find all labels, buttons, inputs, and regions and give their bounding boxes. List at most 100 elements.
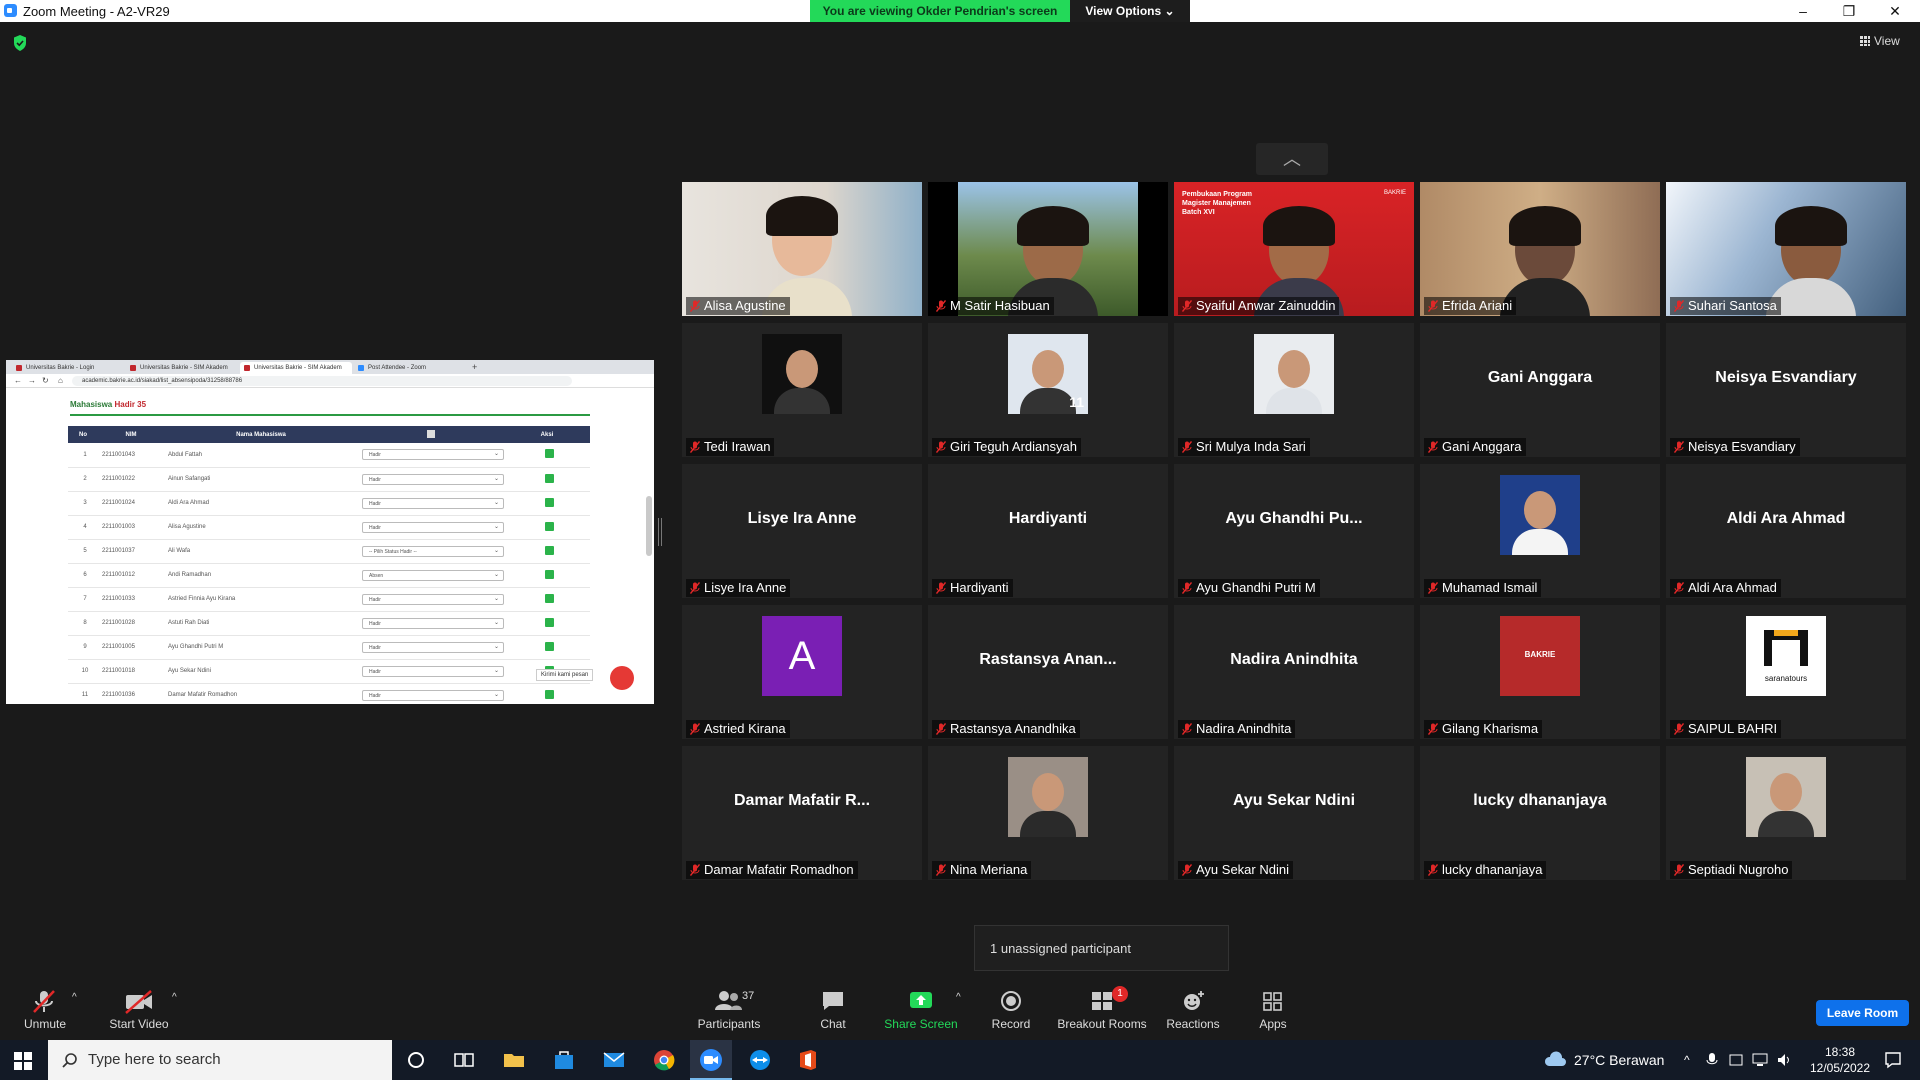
attendance-status-select[interactable]: Absen	[362, 569, 504, 581]
attendance-status-select[interactable]: Hadir	[362, 473, 504, 485]
save-action-button[interactable]	[544, 593, 554, 603]
participant-tile[interactable]: saranatours SAIPUL BAHRI	[1666, 605, 1906, 739]
unmute-button[interactable]: ^ Unmute	[0, 990, 90, 1031]
participant-tile[interactable]: Hardiyanti Hardiyanti	[928, 464, 1168, 598]
attendance-status-select[interactable]: Hadir	[362, 641, 504, 653]
split-resize-handle[interactable]	[658, 518, 662, 546]
back-icon[interactable]: ←	[14, 376, 22, 385]
forward-icon[interactable]: →	[28, 376, 36, 385]
taskbar-clock[interactable]: 18:38 12/05/2022	[1800, 1044, 1880, 1076]
office-icon[interactable]	[796, 1048, 820, 1072]
caret-up-icon[interactable]: ^	[956, 992, 961, 1003]
caret-up-icon[interactable]: ^	[172, 992, 177, 1003]
microphone-tray-icon[interactable]	[1706, 1052, 1718, 1068]
attendance-status-select[interactable]: Hadir	[362, 593, 504, 605]
participant-tile[interactable]: Ayu Sekar Ndini Ayu Sekar Ndini	[1174, 746, 1414, 880]
page-scrollbar[interactable]	[646, 496, 652, 556]
participant-tile[interactable]: Damar Mafatir R... Damar Mafatir Romadhon	[682, 746, 922, 880]
teamviewer-icon[interactable]	[748, 1048, 772, 1072]
participant-tile[interactable]: Aldi Ara Ahmad Aldi Ara Ahmad	[1666, 464, 1906, 598]
unassigned-participant-notice[interactable]: 1 unassigned participant	[974, 925, 1229, 971]
view-button[interactable]: View	[1860, 34, 1900, 48]
task-view-icon[interactable]	[452, 1048, 476, 1072]
browser-tab[interactable]: Universitas Bakrie - Login	[12, 362, 124, 374]
participant-tile[interactable]: Gani Anggara Gani Anggara	[1420, 323, 1660, 457]
attendance-status-select[interactable]: Hadir	[362, 689, 504, 701]
file-explorer-icon[interactable]	[502, 1048, 526, 1072]
notifications-icon[interactable]	[1884, 1051, 1902, 1069]
browser-tab[interactable]: Post Attendee - Zoom	[354, 362, 466, 374]
leave-room-button[interactable]: Leave Room	[1816, 1000, 1909, 1026]
attendance-status-select[interactable]: Hadir	[362, 497, 504, 509]
volume-icon[interactable]	[1776, 1052, 1792, 1068]
windows-start-icon[interactable]	[14, 1052, 32, 1070]
participant-tile[interactable]: Sri Mulya Inda Sari	[1174, 323, 1414, 457]
weather-cloud-icon[interactable]	[1544, 1051, 1566, 1067]
gallery-scroll-up-button[interactable]: ︿	[1256, 143, 1328, 175]
save-action-button[interactable]	[544, 569, 554, 579]
participant-tile[interactable]: M Satir Hasibuan	[928, 182, 1168, 316]
participant-tile[interactable]: Efrida Ariani	[1420, 182, 1660, 316]
browser-tab[interactable]: Universitas Bakrie - SIM Akadem	[126, 362, 238, 374]
participant-tile[interactable]: lucky dhananjaya lucky dhananjaya	[1420, 746, 1660, 880]
start-video-button[interactable]: ^ Start Video	[94, 990, 184, 1031]
security-shield-icon[interactable]	[12, 34, 28, 52]
chat-button[interactable]: Chat	[788, 990, 878, 1031]
caret-up-icon[interactable]: ^	[72, 992, 77, 1003]
reactions-button[interactable]: Reactions	[1148, 990, 1238, 1031]
select-all-checkbox[interactable]	[427, 429, 435, 438]
home-icon[interactable]: ⌂	[58, 376, 63, 385]
taskbar-search-input[interactable]: Type here to search	[48, 1040, 392, 1080]
zoom-taskbar-button[interactable]	[690, 1040, 732, 1080]
microsoft-store-icon[interactable]	[552, 1048, 576, 1072]
minimize-button[interactable]: –	[1780, 0, 1826, 22]
url-field[interactable]: academic.bakrie.ac.id/siakad/list_absens…	[72, 376, 572, 386]
browser-tab-active[interactable]: Universitas Bakrie - SIM Akadem	[240, 362, 352, 374]
save-action-button[interactable]	[544, 641, 554, 651]
weather-text[interactable]: 27°C Berawan	[1574, 1040, 1664, 1080]
network-icon[interactable]	[1752, 1052, 1768, 1068]
save-action-button[interactable]	[544, 689, 554, 699]
participant-tile[interactable]: Ayu Ghandhi Pu... Ayu Ghandhi Putri M	[1174, 464, 1414, 598]
show-hidden-icons[interactable]: ^	[1684, 1040, 1690, 1080]
save-action-button[interactable]	[544, 617, 554, 627]
save-action-button[interactable]	[544, 545, 554, 555]
participant-tile[interactable]: Neisya Esvandiary Neisya Esvandiary	[1666, 323, 1906, 457]
onedrive-icon[interactable]	[1728, 1052, 1744, 1068]
share-screen-button[interactable]: ^ Share Screen	[876, 990, 966, 1031]
save-action-button[interactable]	[544, 521, 554, 531]
reload-icon[interactable]: ↻	[42, 376, 49, 385]
restore-button[interactable]: ❐	[1826, 0, 1872, 22]
participant-tile[interactable]: Muhamad Ismail	[1420, 464, 1660, 598]
mail-icon[interactable]	[602, 1048, 626, 1072]
close-button[interactable]: ✕	[1872, 0, 1918, 22]
apps-button[interactable]: Apps	[1228, 990, 1318, 1031]
attendance-status-select[interactable]: Hadir	[362, 521, 504, 533]
new-tab-button[interactable]: +	[472, 362, 477, 372]
participants-button[interactable]: 37 Participants	[684, 990, 774, 1031]
attendance-status-select[interactable]: Hadir	[362, 617, 504, 629]
participant-tile[interactable]: 11 Giri Teguh Ardiansyah	[928, 323, 1168, 457]
breakout-rooms-button[interactable]: 1 Breakout Rooms	[1056, 986, 1148, 1031]
participant-tile[interactable]: BAKRIE Gilang Kharisma	[1420, 605, 1660, 739]
record-button[interactable]: Record	[966, 990, 1056, 1031]
save-action-button[interactable]	[544, 449, 554, 459]
participant-tile[interactable]: Suhari Santosa	[1666, 182, 1906, 316]
save-action-button[interactable]	[544, 497, 554, 507]
participant-tile[interactable]: Lisye Ira Anne Lisye Ira Anne	[682, 464, 922, 598]
attendance-status-select[interactable]: Hadir	[362, 665, 504, 677]
shared-screen[interactable]: Universitas Bakrie - Login Universitas B…	[6, 360, 654, 704]
view-options-button[interactable]: View Options ⌄	[1070, 0, 1190, 22]
participant-tile[interactable]: A Astried Kirana	[682, 605, 922, 739]
participant-tile[interactable]: Tedi Irawan	[682, 323, 922, 457]
attendance-status-select[interactable]: Hadir	[362, 449, 504, 461]
participant-tile[interactable]: Septiadi Nugroho	[1666, 746, 1906, 880]
chrome-icon[interactable]	[652, 1048, 676, 1072]
participant-tile[interactable]: Rastansya Anan... Rastansya Anandhika	[928, 605, 1168, 739]
participant-tile[interactable]: Alisa Agustine	[682, 182, 922, 316]
participant-tile[interactable]: Nadira Anindhita Nadira Anindhita	[1174, 605, 1414, 739]
participant-tile[interactable]: Pembukaan Program Magister Manajemen Bat…	[1174, 182, 1414, 316]
attendance-status-select[interactable]: -- Pilih Status Hadir --	[362, 545, 504, 557]
participant-tile[interactable]: Nina Meriana	[928, 746, 1168, 880]
save-action-button[interactable]	[544, 473, 554, 483]
